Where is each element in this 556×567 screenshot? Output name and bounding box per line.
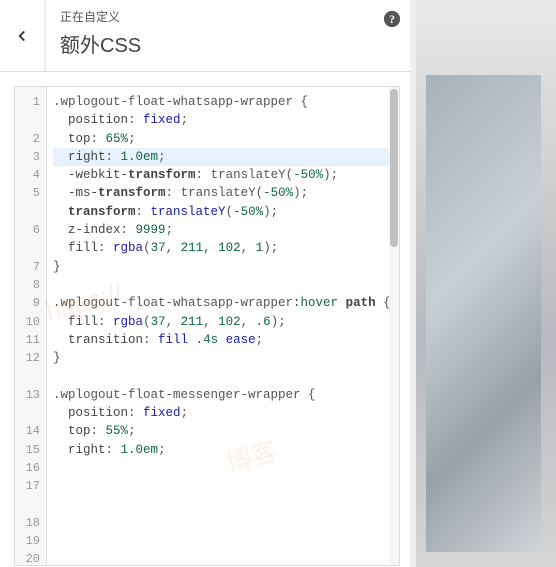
line-number: 8 (15, 276, 40, 294)
code-line[interactable]: position: fixed; (53, 111, 399, 129)
line-number: 1 (15, 93, 40, 111)
code-line[interactable]: right: 1.0em; (53, 148, 399, 166)
back-button[interactable] (0, 0, 45, 71)
code-area[interactable]: .wplogout-float-whatsapp-wrapper { posit… (47, 87, 399, 565)
line-number: 14 (15, 422, 40, 440)
code-line[interactable]: } (53, 349, 399, 367)
code-line[interactable]: .wplogout-float-whatsapp-wrapper { (53, 93, 399, 111)
line-number: 12 (15, 349, 40, 367)
line-number: 3 (15, 148, 40, 166)
line-number: 2 (15, 130, 40, 148)
code-line[interactable]: top: 65%; (53, 130, 399, 148)
line-number: 18 (15, 514, 40, 532)
line-number: 19 (15, 532, 40, 550)
line-number: 13 (15, 386, 40, 404)
code-line[interactable]: } (53, 258, 399, 276)
code-line[interactable]: right: 1.0em; (53, 441, 399, 459)
code-line[interactable] (53, 276, 399, 294)
preview-image (426, 75, 541, 552)
line-gutter: 1 2345 6 789101112 13 14151617 181920 (15, 87, 47, 565)
code-line[interactable]: z-index: 9999; (53, 221, 399, 239)
code-line[interactable]: fill: rgba(37, 211, 102, .6); (53, 313, 399, 331)
customizer-panel: 正在自定义 额外CSS ? 1 2345 6 789101112 13 1415… (0, 0, 410, 567)
scrollbar[interactable] (389, 87, 399, 565)
code-line[interactable]: .wplogout-float-whatsapp-wrapper:hover p… (53, 294, 399, 312)
code-line[interactable] (53, 367, 399, 385)
header-title: 额外CSS (60, 29, 360, 58)
line-number: 7 (15, 258, 40, 276)
code-line[interactable]: -ms-transform: translateY(-50%); (53, 184, 399, 202)
header: 正在自定义 额外CSS ? (0, 0, 410, 72)
line-number: 5 (15, 184, 40, 202)
line-number: 6 (15, 221, 40, 239)
help-button[interactable]: ? (374, 0, 410, 71)
line-number: 17 (15, 477, 40, 495)
title-area: 正在自定义 额外CSS (45, 0, 374, 71)
css-editor[interactable]: 1 2345 6 789101112 13 14151617 181920 .w… (14, 86, 400, 566)
header-subtitle: 正在自定义 (60, 8, 360, 25)
code-line[interactable]: -webkit-transform: translateY(-50%); (53, 166, 399, 184)
line-number: 4 (15, 166, 40, 184)
scroll-thumb[interactable] (390, 89, 398, 247)
svg-text:?: ? (389, 13, 395, 26)
line-number: 16 (15, 459, 40, 477)
code-line[interactable]: fill: rgba(37, 211, 102, 1); (53, 239, 399, 257)
line-number: 20 (15, 550, 40, 566)
code-line[interactable]: position: fixed; (53, 404, 399, 422)
preview-strip (416, 0, 556, 567)
line-number: 9 (15, 294, 40, 312)
help-icon: ? (383, 10, 401, 28)
line-number: 10 (15, 313, 40, 331)
line-number: 11 (15, 331, 40, 349)
code-line[interactable]: transform: translateY(-50%); (53, 203, 399, 221)
code-line[interactable]: transition: fill .4s ease; (53, 331, 399, 349)
code-line[interactable]: top: 55%; (53, 422, 399, 440)
code-line[interactable]: .wplogout-float-messenger-wrapper { (53, 386, 399, 404)
chevron-left-icon (13, 27, 31, 45)
line-number: 15 (15, 441, 40, 459)
